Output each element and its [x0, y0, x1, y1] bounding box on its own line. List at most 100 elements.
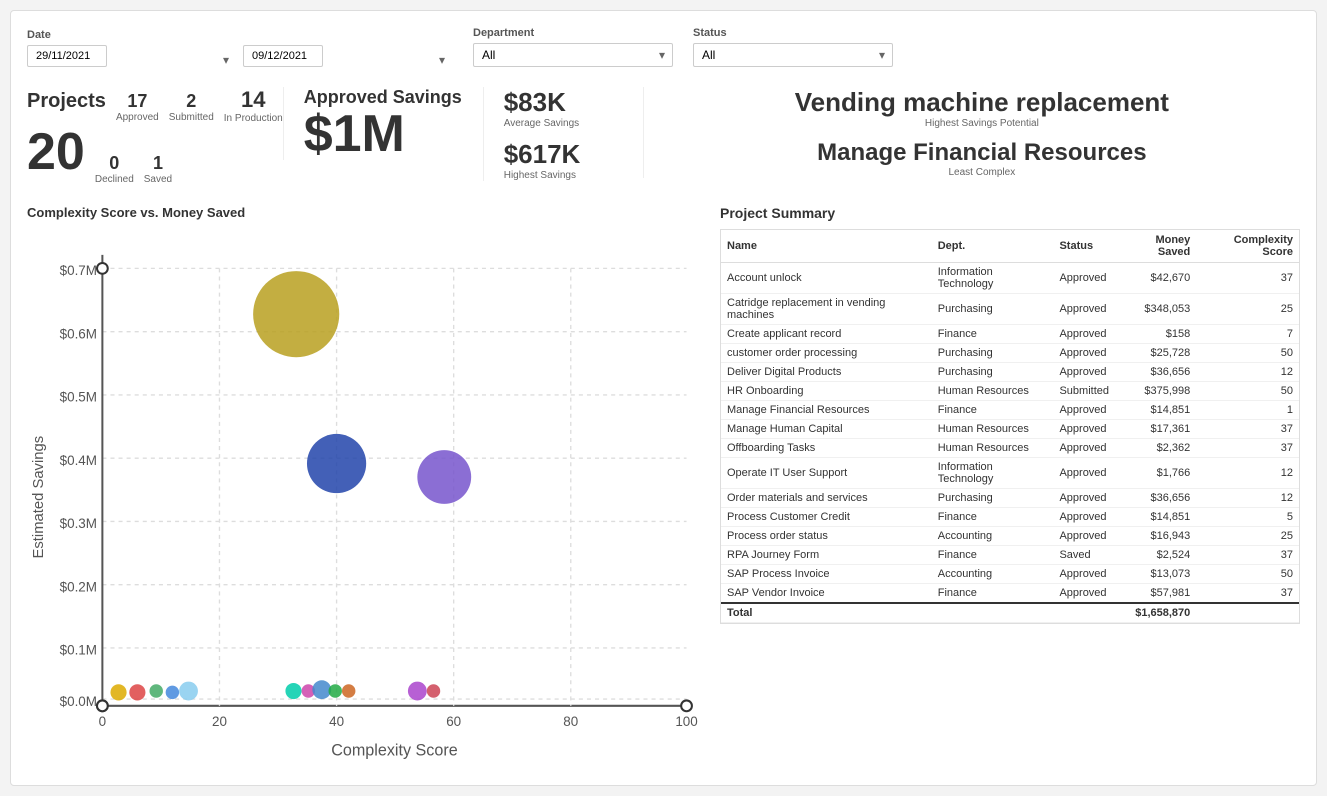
table-cell: 50: [1196, 382, 1299, 401]
bubble-small1: [110, 684, 126, 700]
table-cell: 37: [1196, 584, 1299, 604]
table-cell: $2,524: [1115, 546, 1196, 565]
table-cell: 37: [1196, 546, 1299, 565]
kpi-row: Projects 17 Approved 2 Submitted 14 In P…: [27, 87, 1300, 185]
svg-text:$0.4M: $0.4M: [60, 453, 97, 468]
table-cell: $57,981: [1115, 584, 1196, 604]
status-select-wrap[interactable]: All: [693, 43, 893, 67]
table-row[interactable]: Process order statusAccountingApproved$1…: [721, 527, 1299, 546]
table-cell: $36,656: [1115, 489, 1196, 508]
table-cell: 50: [1196, 565, 1299, 584]
table-row[interactable]: Deliver Digital ProductsPurchasingApprov…: [721, 363, 1299, 382]
table-cell: 12: [1196, 458, 1299, 489]
department-filter-label: Department: [473, 27, 673, 39]
table-row[interactable]: Order materials and servicesPurchasingAp…: [721, 489, 1299, 508]
table-row[interactable]: Manage Human CapitalHuman ResourcesAppro…: [721, 420, 1299, 439]
date-filter-inputs: [27, 45, 453, 67]
table-cell: SAP Vendor Invoice: [721, 584, 932, 604]
table-cell: Finance: [932, 401, 1054, 420]
table-cell: Approved: [1053, 344, 1115, 363]
table-cell: Catridge replacement in vending machines: [721, 294, 932, 325]
average-savings-val: $83K: [504, 87, 643, 118]
table-cell: 1: [1196, 401, 1299, 420]
table-cell: Approved: [1053, 584, 1115, 604]
table-row[interactable]: HR OnboardingHuman ResourcesSubmitted$37…: [721, 382, 1299, 401]
department-select[interactable]: All: [473, 43, 673, 67]
table-cell: $14,851: [1115, 401, 1196, 420]
table-cell: Process order status: [721, 527, 932, 546]
svg-text:$0.0M: $0.0M: [60, 694, 97, 709]
table-row[interactable]: customer order processingPurchasingAppro…: [721, 344, 1299, 363]
table-cell: Approved: [1053, 325, 1115, 344]
table-cell: Finance: [932, 325, 1054, 344]
table-cell: Human Resources: [932, 420, 1054, 439]
table-header: Name Dept. Status Money Saved Complexity…: [721, 230, 1299, 263]
table-cell: $375,998: [1115, 382, 1196, 401]
bubble-cartridge: [417, 450, 471, 504]
table-cell: $25,728: [1115, 344, 1196, 363]
table-row[interactable]: Account unlockInformation TechnologyAppr…: [721, 263, 1299, 294]
status-filter-label: Status: [693, 27, 893, 39]
average-savings-label: Average Savings: [504, 118, 643, 129]
date-to-wrap[interactable]: [243, 45, 453, 67]
table-cell: Information Technology: [932, 263, 1054, 294]
table-row[interactable]: SAP Vendor InvoiceFinanceApproved$57,981…: [721, 584, 1299, 604]
table-cell: Approved: [1053, 527, 1115, 546]
in-production-label: In Production: [224, 113, 283, 124]
status-select[interactable]: All: [693, 43, 893, 67]
table-row[interactable]: Process Customer CreditFinanceApproved$1…: [721, 508, 1299, 527]
bubble-small12: [427, 684, 440, 697]
bubble-small5: [179, 682, 198, 701]
svg-text:40: 40: [329, 714, 344, 729]
table-cell: Operate IT User Support: [721, 458, 932, 489]
total-label: Total: [721, 603, 932, 623]
projects-total: 20: [27, 126, 85, 178]
table-cell: Human Resources: [932, 382, 1054, 401]
svg-text:$0.2M: $0.2M: [60, 579, 97, 594]
chart-section: Complexity Score vs. Money Saved Estimat…: [27, 205, 700, 769]
table-cell: Approved: [1053, 489, 1115, 508]
table-cell: HR Onboarding: [721, 382, 932, 401]
table-cell: $36,656: [1115, 363, 1196, 382]
table-row[interactable]: SAP Process InvoiceAccountingApproved$13…: [721, 565, 1299, 584]
table-cell: Manage Human Capital: [721, 420, 932, 439]
saved-label: Saved: [144, 174, 172, 185]
highlight1-subtitle: Highest Savings Potential: [664, 118, 1300, 129]
table-row[interactable]: Manage Financial ResourcesFinanceApprove…: [721, 401, 1299, 420]
table-row[interactable]: Create applicant recordFinanceApproved$1…: [721, 325, 1299, 344]
main-content: Complexity Score vs. Money Saved Estimat…: [27, 205, 1300, 769]
table-cell: 7: [1196, 325, 1299, 344]
svg-text:$0.7M: $0.7M: [60, 263, 97, 278]
svg-text:$0.1M: $0.1M: [60, 643, 97, 658]
bubble-hr: [307, 434, 366, 493]
svg-text:$0.5M: $0.5M: [60, 390, 97, 405]
bubble-small11: [408, 682, 427, 701]
col-status: Status: [1053, 230, 1115, 263]
highlight2-title: Manage Financial Resources: [664, 139, 1300, 167]
saved-val: 1: [153, 153, 163, 174]
y-axis-label: Estimated Savings: [31, 436, 47, 559]
table-row[interactable]: Offboarding TasksHuman ResourcesApproved…: [721, 439, 1299, 458]
table-cell: Approved: [1053, 458, 1115, 489]
filters-row: Date Department All Status A: [27, 27, 1300, 67]
table-cell: $348,053: [1115, 294, 1196, 325]
in-production-val: 14: [241, 87, 265, 113]
table-footer: Total $1,658,870: [721, 603, 1299, 623]
table-row[interactable]: Catridge replacement in vending machines…: [721, 294, 1299, 325]
table-row[interactable]: Operate IT User SupportInformation Techn…: [721, 458, 1299, 489]
table-cell: Account unlock: [721, 263, 932, 294]
department-select-wrap[interactable]: All: [473, 43, 673, 67]
table-scroll-wrap[interactable]: Name Dept. Status Money Saved Complexity…: [720, 229, 1300, 624]
date-from-input[interactable]: [27, 45, 107, 67]
table-cell: Purchasing: [932, 363, 1054, 382]
kpi-savings: Approved Savings $1M: [283, 87, 483, 160]
date-to-input[interactable]: [243, 45, 323, 67]
table-cell: Order materials and services: [721, 489, 932, 508]
bubble-small9: [329, 684, 342, 697]
date-from-wrap[interactable]: [27, 45, 237, 67]
declined-val: 0: [109, 153, 119, 174]
kpi-projects: Projects 17 Approved 2 Submitted 14 In P…: [27, 87, 283, 185]
highlight2-subtitle: Least Complex: [664, 167, 1300, 178]
table-cell: customer order processing: [721, 344, 932, 363]
table-row[interactable]: RPA Journey FormFinanceSaved$2,52437: [721, 546, 1299, 565]
